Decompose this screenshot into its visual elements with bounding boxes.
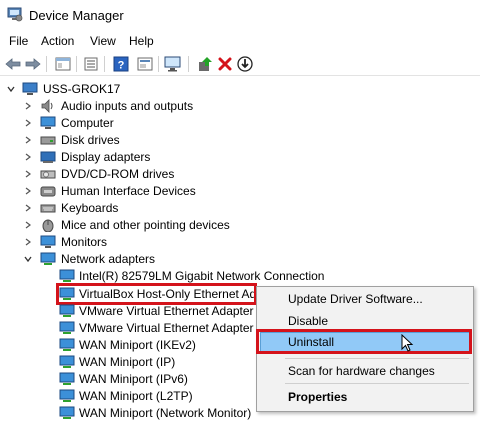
device-label: WAN Miniport (L2TP): [79, 389, 193, 403]
selection-highlight-box: [56, 283, 257, 305]
device-label: VMware Virtual Ethernet Adapter fo: [79, 304, 267, 318]
properties-icon[interactable]: [54, 55, 72, 73]
list-view-icon[interactable]: [82, 55, 100, 73]
context-item-label: Disable: [288, 314, 329, 328]
uninstall-highlight-box: [256, 329, 472, 354]
console-icon[interactable]: [136, 55, 154, 73]
back-arrow-icon[interactable]: [4, 55, 22, 73]
download-icon[interactable]: [236, 55, 254, 73]
hid-icon: [40, 186, 56, 197]
device-label: WAN Miniport (IKEv2): [79, 338, 196, 352]
speaker-icon: [41, 99, 53, 113]
menu-help[interactable]: Help: [129, 34, 154, 48]
uninstall-x-icon[interactable]: [216, 55, 234, 73]
title-bar: Device Manager: [0, 0, 480, 30]
tree-category-monitors[interactable]: Monitors: [0, 234, 480, 251]
network-adapter-icon: [59, 269, 75, 282]
expand-chevron-icon[interactable]: [22, 151, 34, 163]
network-adapter-icon: [59, 355, 75, 368]
collapse-chevron-icon[interactable]: [5, 83, 17, 95]
expand-chevron-icon[interactable]: [22, 202, 34, 214]
tree-root[interactable]: USS-GROK17: [0, 81, 480, 98]
context-item-label: Update Driver Software...: [288, 292, 423, 306]
monitor-icon: [40, 235, 56, 248]
network-adapter-icon: [40, 252, 56, 265]
device-label: WAN Miniport (Network Monitor): [79, 406, 252, 420]
context-item-properties[interactable]: Properties: [260, 387, 470, 407]
tree-category-computer[interactable]: Computer: [0, 115, 480, 132]
toolbar-separator: [76, 56, 77, 72]
tree-category-keyboards[interactable]: Keyboards: [0, 200, 480, 217]
category-label: Computer: [61, 116, 114, 130]
toolbar: ?: [0, 52, 480, 76]
menu-bar: File Action View Help: [0, 31, 480, 52]
toolbar-separator: [158, 56, 159, 72]
device-manager-icon: [7, 7, 23, 22]
context-item-update-driver[interactable]: Update Driver Software...: [260, 289, 470, 309]
disk-drive-icon: [40, 136, 56, 145]
context-separator: [285, 383, 469, 384]
dvd-drive-icon: [40, 170, 56, 179]
tree-category-disk-drives[interactable]: Disk drives: [0, 132, 480, 149]
expand-chevron-icon[interactable]: [22, 134, 34, 146]
toolbar-separator: [104, 56, 105, 72]
device-label: WAN Miniport (IP): [79, 355, 176, 369]
window-title: Device Manager: [29, 8, 124, 23]
context-menu: Update Driver Software... Disable Uninst…: [256, 286, 474, 412]
menu-file[interactable]: File: [9, 34, 28, 48]
category-label: Disk drives: [61, 133, 120, 147]
category-label: Audio inputs and outputs: [61, 99, 194, 113]
collapse-chevron-icon[interactable]: [22, 253, 34, 265]
toolbar-separator: [46, 56, 47, 72]
menu-action[interactable]: Action: [41, 34, 74, 48]
expand-chevron-icon[interactable]: [22, 236, 34, 248]
context-separator: [285, 358, 469, 359]
context-item-scan[interactable]: Scan for hardware changes: [260, 361, 470, 381]
help-icon[interactable]: ?: [112, 55, 130, 73]
forward-arrow-icon[interactable]: [24, 55, 42, 73]
category-label: Mice and other pointing devices: [61, 218, 230, 232]
keyboard-icon: [40, 204, 56, 213]
network-adapter-icon: [59, 304, 75, 317]
tree-category-display-adapters[interactable]: Display adapters: [0, 149, 480, 166]
tree-category-hid[interactable]: Human Interface Devices: [0, 183, 480, 200]
device-label: WAN Miniport (IPv6): [79, 372, 188, 386]
category-label: Monitors: [61, 235, 108, 249]
menu-view[interactable]: View: [90, 34, 116, 48]
context-item-label: Scan for hardware changes: [288, 364, 435, 378]
category-label: Human Interface Devices: [61, 184, 196, 198]
monitor-icon: [40, 116, 56, 129]
network-adapter-icon: [59, 372, 75, 385]
tree-category-dvd[interactable]: DVD/CD-ROM drives: [0, 166, 480, 183]
expand-chevron-icon[interactable]: [22, 219, 34, 231]
expand-chevron-icon[interactable]: [22, 117, 34, 129]
svg-text:?: ?: [118, 60, 125, 72]
expand-chevron-icon[interactable]: [22, 168, 34, 180]
network-adapter-icon: [59, 406, 75, 419]
category-label: DVD/CD-ROM drives: [61, 167, 175, 181]
category-label: Network adapters: [61, 252, 156, 266]
computer-icon: [22, 82, 38, 95]
network-adapter-icon: [59, 338, 75, 351]
tree-category-audio[interactable]: Audio inputs and outputs: [0, 98, 480, 115]
category-label: Keyboards: [61, 201, 119, 215]
category-label: Display adapters: [61, 150, 151, 164]
display-adapter-icon: [40, 151, 56, 163]
context-item-disable[interactable]: Disable: [260, 311, 470, 331]
device-label: VMware Virtual Ethernet Adapter fo: [79, 321, 267, 335]
monitor-scan-icon[interactable]: [164, 55, 182, 73]
device-label: Intel(R) 82579LM Gigabit Network Connect…: [79, 269, 325, 283]
tree-category-mice[interactable]: Mice and other pointing devices: [0, 217, 480, 234]
context-item-label: Properties: [288, 390, 348, 404]
update-driver-icon[interactable]: [196, 55, 214, 73]
network-adapter-icon: [59, 389, 75, 402]
mouse-icon: [42, 219, 54, 232]
tree-root-label: USS-GROK17: [43, 82, 121, 96]
expand-chevron-icon[interactable]: [22, 185, 34, 197]
expand-chevron-icon[interactable]: [22, 100, 34, 112]
network-adapter-icon: [59, 321, 75, 334]
tree-category-network-adapters[interactable]: Network adapters: [0, 251, 480, 268]
mouse-cursor-icon: [401, 334, 414, 352]
toolbar-separator: [188, 56, 189, 72]
